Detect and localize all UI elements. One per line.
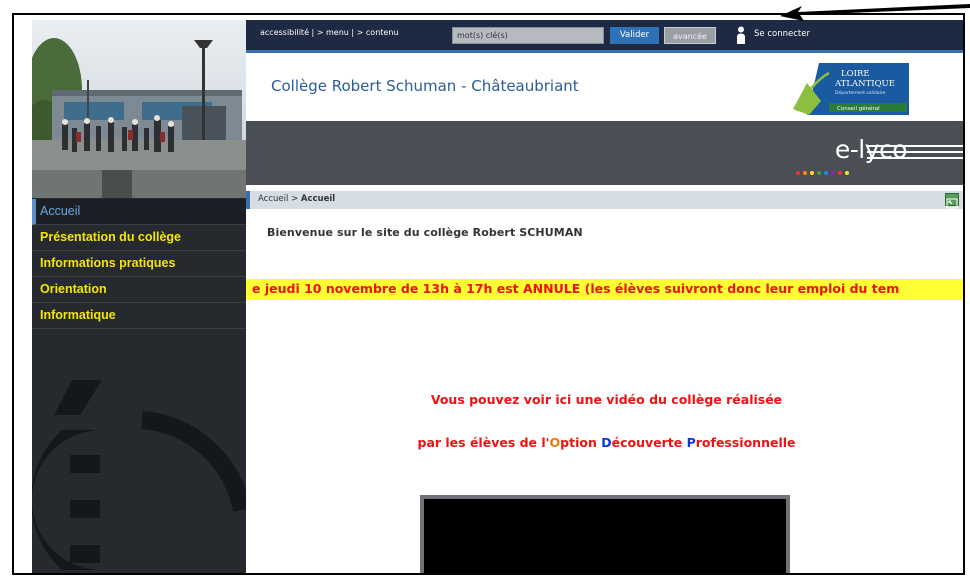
search-input[interactable]: mot(s) clé(s) xyxy=(452,27,604,44)
logo-text-conseil: Conseil général xyxy=(837,105,880,112)
line2-decouverte: écouverte xyxy=(611,435,687,450)
brand-band: e-lyco xyxy=(246,121,963,185)
user-icon[interactable] xyxy=(736,26,746,44)
sidebar-item-informations-pratiques[interactable]: Informations pratiques xyxy=(32,251,246,277)
sidebar-item-accueil[interactable]: Accueil xyxy=(32,199,246,225)
decorative-e-logo xyxy=(32,380,246,570)
logo-text-loire: LOIRE xyxy=(841,69,870,79)
line2-letter-d: D xyxy=(601,435,612,450)
line2-option: ption xyxy=(560,435,602,450)
video-player[interactable] xyxy=(420,495,790,573)
sidebar-item-orientation[interactable]: Orientation xyxy=(32,277,246,303)
announcement-marquee: e jeudi 10 novembre de 13h à 17h est ANN… xyxy=(246,279,963,300)
search-submit-button[interactable]: Valider xyxy=(610,27,659,44)
advanced-search-button[interactable]: avancée xyxy=(664,27,716,44)
line2-letter-o: O xyxy=(549,435,561,450)
breadcrumb-separator: > xyxy=(291,194,299,204)
line2-letter-p: P xyxy=(686,435,696,450)
logo-text-departement: Département solidaire xyxy=(835,89,886,96)
annotation-arrow xyxy=(780,4,970,21)
brand-dots xyxy=(796,171,849,175)
login-link[interactable]: Se connecter xyxy=(754,29,810,39)
breadcrumb: Accueil > Accueil xyxy=(246,191,963,209)
school-photo xyxy=(32,20,246,198)
announcement-text: e jeudi 10 novembre de 13h à 17h est ANN… xyxy=(252,281,900,296)
brand-stripes xyxy=(867,145,963,159)
breadcrumb-root[interactable]: Accueil xyxy=(258,194,288,204)
sidebar-item-informatique[interactable]: Informatique xyxy=(32,303,246,329)
left-column: Accueil Présentation du collège Informat… xyxy=(32,20,246,573)
site-header: Collège Robert Schuman - Châteaubriant L… xyxy=(246,53,963,121)
site-title[interactable]: Collège Robert Schuman - Châteaubriant xyxy=(271,77,579,95)
video-intro-line1: Vous pouvez voir ici une vidéo du collèg… xyxy=(430,392,783,407)
browser-page-frame: Accueil Présentation du collège Informat… xyxy=(12,13,965,575)
breadcrumb-current: Accueil xyxy=(300,194,336,204)
logo-text-atlantique: ATLANTIQUE xyxy=(834,79,895,89)
loire-atlantique-logo[interactable]: LOIRE ATLANTIQUE Département solidaire C… xyxy=(789,63,909,115)
main-content: Bienvenue sur le site du collège Robert … xyxy=(246,209,963,573)
fullscreen-icon[interactable] xyxy=(945,193,959,209)
sidebar-item-presentation[interactable]: Présentation du collège xyxy=(32,225,246,251)
top-bar: accessibilité | > menu | > contenu mot(s… xyxy=(246,20,963,50)
line2-prefix: par les élèves de l' xyxy=(417,435,550,450)
video-intro-line2: par les élèves de l'Option Découverte Pr… xyxy=(246,435,963,450)
line2-professionnelle: rofessionnelle xyxy=(695,435,796,450)
welcome-heading: Bienvenue sur le site du collège Robert … xyxy=(267,226,583,239)
sidebar-nav: Accueil Présentation du collège Informat… xyxy=(32,199,246,329)
accessibility-links[interactable]: accessibilité | > menu | > contenu xyxy=(260,28,398,37)
